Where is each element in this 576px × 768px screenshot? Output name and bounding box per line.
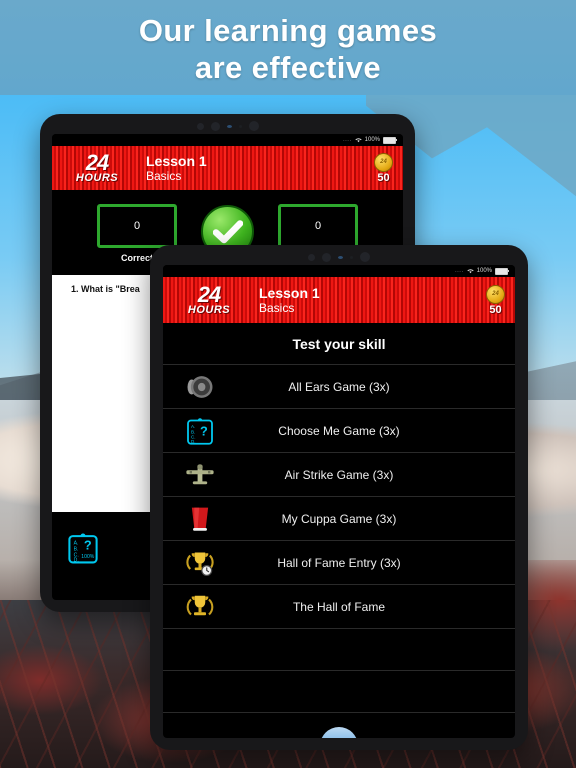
brand-logo: 24 HOURS — [169, 284, 249, 316]
coin-badge[interactable]: 24 50 — [486, 284, 515, 316]
page-title: Our learning games are effective — [0, 0, 576, 86]
front-tablet-device: .... 100% 24 HOURS Lesson 1 Basics 24 50… — [150, 245, 528, 750]
wrong-value: 0 — [278, 204, 358, 248]
logo-word: HOURS — [75, 172, 119, 184]
list-item-empty — [163, 629, 515, 671]
list-item-label: My Cuppa Game (3x) — [281, 511, 397, 526]
headline-line-1: Our learning games — [138, 13, 438, 48]
lesson-subtitle: Basics — [146, 168, 182, 183]
camera-lens-large-icon — [248, 121, 259, 131]
game-list: All Ears Game (3x) A. B. C. D. ? Choose … — [163, 364, 515, 713]
list-item[interactable]: The Hall of Fame — [163, 585, 515, 629]
wifi-icon — [466, 269, 474, 274]
indicator-icon — [226, 124, 232, 128]
back-app-header: 24 HOURS Lesson 1 Basics 24 50 — [52, 146, 403, 190]
camera-lens-large-icon — [360, 252, 370, 262]
coin-badge[interactable]: 24 50 — [374, 152, 403, 184]
svg-text:D.: D. — [74, 558, 79, 564]
sensor-dot-small-icon — [238, 124, 242, 128]
wifi-icon — [354, 138, 362, 143]
screen-title: Test your skill — [292, 336, 386, 352]
svg-text:?: ? — [200, 423, 208, 438]
list-item-label: Choose Me Game (3x) — [278, 423, 400, 438]
logo-number: 24 — [197, 282, 221, 307]
svg-text:A.: A. — [74, 541, 79, 547]
front-tablet-camera-row — [308, 252, 370, 262]
lesson-title: Lesson 1 — [146, 152, 207, 169]
svg-text:D.: D. — [191, 439, 196, 444]
logo-word: HOURS — [187, 304, 231, 316]
headline-line-2: are effective — [194, 50, 382, 85]
list-item-label: The Hall of Fame — [292, 599, 386, 614]
logo-number: 24 — [85, 150, 109, 175]
lesson-subtitle: Basics — [259, 300, 295, 315]
coin-icon: 24 — [374, 152, 393, 172]
list-item[interactable]: Hall of Fame Entry (3x) — [163, 541, 515, 585]
list-item-label: Hall of Fame Entry (3x) — [277, 555, 401, 570]
svg-text:B.: B. — [74, 547, 79, 553]
trophy-wreath-icon — [163, 592, 237, 622]
back-tablet-camera-row — [196, 121, 259, 131]
red-cup-icon — [163, 504, 237, 534]
quiz-clipboard-icon: A. B. C. D. ? — [163, 416, 237, 446]
list-item[interactable]: A. B. C. D. ? Choose Me Game (3x) — [163, 409, 515, 453]
front-status-bar: .... 100% — [163, 265, 515, 277]
camera-lens-icon — [210, 121, 220, 131]
sensor-dot-icon — [196, 122, 204, 130]
home-button-area — [163, 713, 515, 738]
lesson-info: Lesson 1 Basics — [249, 285, 486, 316]
list-item-label: Air Strike Game (3x) — [284, 467, 394, 482]
list-item[interactable]: My Cuppa Game (3x) — [163, 497, 515, 541]
svg-text:?: ? — [84, 538, 92, 553]
list-item-empty — [163, 671, 515, 713]
brand-logo: 24 HOURS — [58, 152, 136, 184]
lesson-info: Lesson 1 Basics — [136, 153, 374, 184]
back-status-bar: .... 100% — [52, 134, 403, 146]
svg-text:A.: A. — [191, 424, 195, 429]
signal-dots-icon: .... — [342, 137, 352, 143]
list-item-label: All Ears Game (3x) — [288, 379, 390, 394]
coin-value: 50 — [377, 171, 390, 184]
signal-dots-icon: .... — [454, 268, 464, 274]
battery-percent-label: 100% — [364, 137, 380, 143]
headline-banner: Our learning games are effective — [0, 0, 576, 95]
front-tablet-screen: .... 100% 24 HOURS Lesson 1 Basics 24 50… — [163, 265, 515, 738]
battery-percent-label: 100% — [476, 268, 492, 274]
list-item[interactable]: All Ears Game (3x) — [163, 365, 515, 409]
sensor-dot-small-icon — [350, 255, 353, 259]
sensor-dot-icon — [308, 253, 315, 261]
front-app-header: 24 HOURS Lesson 1 Basics 24 50 — [163, 277, 515, 323]
coin-value: 50 — [489, 303, 502, 316]
battery-full-icon — [383, 136, 397, 144]
coin-icon: 24 — [486, 284, 505, 304]
correct-value: 0 — [97, 204, 177, 248]
battery-full-icon — [495, 267, 509, 275]
quiz-clipboard-icon[interactable]: A. B. C. D. ? 100% — [66, 531, 100, 565]
camera-lens-icon — [322, 252, 331, 262]
home-icon — [338, 737, 340, 738]
speaker-icon — [163, 374, 237, 400]
airplane-icon — [163, 461, 237, 489]
home-button[interactable] — [320, 727, 358, 738]
lesson-title: Lesson 1 — [259, 284, 320, 301]
svg-text:B.: B. — [191, 429, 195, 434]
list-item[interactable]: Air Strike Game (3x) — [163, 453, 515, 497]
indicator-icon — [338, 255, 343, 259]
svg-text:100%: 100% — [81, 554, 94, 560]
trophy-timer-icon — [163, 548, 237, 578]
